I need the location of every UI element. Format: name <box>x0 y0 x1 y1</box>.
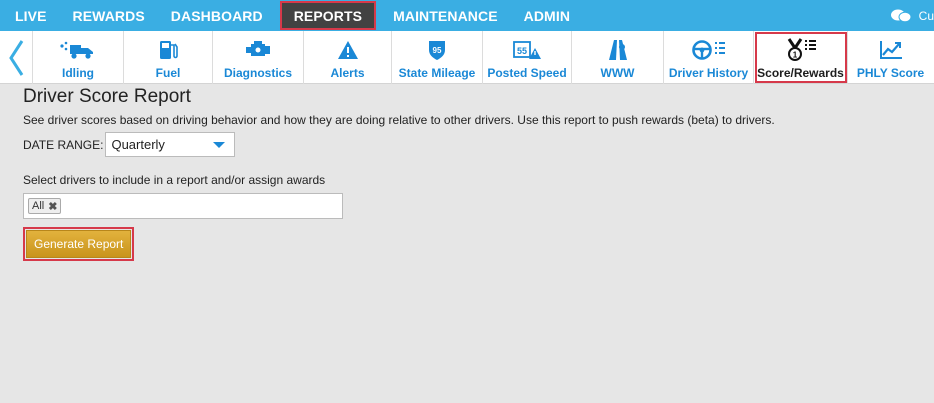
generate-button-highlight: Generate Report <box>23 227 135 261</box>
tool-idling[interactable]: Idling <box>33 31 124 84</box>
tool-score-rewards-label: Score/Rewards <box>757 66 844 80</box>
tool-alerts-label: Alerts <box>330 66 365 80</box>
tool-driver-history[interactable]: Driver History <box>664 31 754 84</box>
svg-text:55: 55 <box>517 46 527 56</box>
date-range-value: Quarterly <box>111 137 165 152</box>
tool-posted-speed[interactable]: 55 Posted Speed <box>483 31 572 84</box>
road-icon <box>607 37 629 63</box>
top-nav: LIVE REWARDS DASHBOARD REPORTS MAINTENAN… <box>0 0 934 31</box>
tool-driver-history-label: Driver History <box>668 66 749 80</box>
driver-select-input[interactable]: All ✖ <box>23 193 343 219</box>
report-description: See driver scores based on driving behav… <box>23 113 775 127</box>
tool-posted-speed-label: Posted Speed <box>487 66 567 80</box>
idling-truck-icon <box>58 37 98 63</box>
tool-www[interactable]: WWW <box>572 31 664 84</box>
svg-text:1: 1 <box>792 51 797 60</box>
nav-live[interactable]: LIVE <box>0 0 60 31</box>
trend-chart-icon <box>879 37 903 63</box>
remove-tag-icon[interactable]: ✖ <box>48 200 57 213</box>
interstate-shield-icon: 95 <box>427 37 447 63</box>
tool-alerts[interactable]: Alerts <box>304 31 392 84</box>
nav-dashboard[interactable]: DASHBOARD <box>158 0 276 31</box>
report-content: Driver Score Report See driver scores ba… <box>23 86 913 261</box>
driver-tag-label: All <box>32 200 45 212</box>
tool-phly-score[interactable]: PHLY Score <box>848 31 933 84</box>
chevron-left-icon <box>9 39 24 76</box>
nav-rewards[interactable]: REWARDS <box>60 0 158 31</box>
tool-fuel[interactable]: Fuel <box>124 31 213 84</box>
tool-state-mileage[interactable]: 95 State Mileage <box>392 31 483 84</box>
tool-diagnostics[interactable]: Diagnostics <box>213 31 304 84</box>
chat-area[interactable]: Cu <box>890 0 934 31</box>
chat-bubbles-icon <box>890 9 911 22</box>
tool-diagnostics-label: Diagnostics <box>223 66 292 80</box>
steering-wheel-icon <box>691 37 727 63</box>
caret-down-icon <box>213 141 226 148</box>
nav-maintenance[interactable]: MAINTENANCE <box>380 0 511 31</box>
tool-phly-score-label: PHLY Score <box>856 66 925 80</box>
svg-text:95: 95 <box>433 46 442 55</box>
date-range-row: DATE RANGE: Quarterly <box>23 132 913 157</box>
alert-triangle-icon <box>337 37 359 63</box>
tool-score-rewards[interactable]: 1 Score/Rewards <box>754 31 848 84</box>
toolbar-back-button[interactable] <box>0 31 33 84</box>
medal-list-icon: 1 <box>784 37 818 63</box>
fuel-pump-icon <box>158 37 178 63</box>
tool-idling-label: Idling <box>62 66 94 80</box>
date-range-label: DATE RANGE: <box>23 137 104 152</box>
report-toolbar: Idling Fuel Diagnostics Alerts 95 State … <box>0 31 934 84</box>
tool-state-mileage-label: State Mileage <box>398 66 476 80</box>
engine-icon <box>244 37 272 63</box>
date-range-select[interactable]: Quarterly <box>105 132 236 157</box>
user-name-fragment: Cu <box>918 8 934 23</box>
driver-select-label: Select drivers to include in a report an… <box>23 173 326 187</box>
generate-report-button[interactable]: Generate Report <box>26 230 132 258</box>
speed-limit-icon: 55 <box>512 37 542 63</box>
page-title: Driver Score Report <box>23 86 191 107</box>
nav-reports[interactable]: REPORTS <box>279 1 377 30</box>
tool-www-label: WWW <box>600 66 635 80</box>
driver-tag-all: All ✖ <box>28 198 62 214</box>
nav-admin[interactable]: ADMIN <box>511 0 583 31</box>
tool-fuel-label: Fuel <box>155 66 181 80</box>
